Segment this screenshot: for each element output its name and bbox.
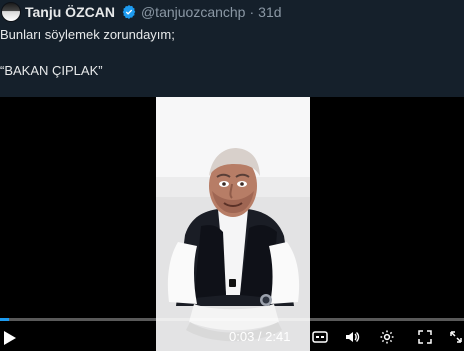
fullscreen-icon[interactable] [417,329,433,345]
tweet-text-line-2: “BAKAN ÇIPLAK” [0,63,103,78]
expand-icon[interactable] [448,329,464,345]
tweet-text-line-1: Bunları söylemek zorundayım; [0,27,175,42]
video-player[interactable]: 0:03 / 2:41 [0,97,464,351]
separator-dot: · [249,4,255,20]
volume-icon[interactable] [344,329,360,345]
video-controls: 0:03 / 2:41 [0,321,464,351]
play-icon[interactable] [2,329,18,347]
video-frame[interactable] [156,97,310,351]
video-time-display: 0:03 / 2:41 [229,329,291,344]
author-avatar[interactable] [1,2,21,22]
verified-badge-icon [121,4,137,20]
settings-icon[interactable] [379,329,395,345]
tweet-text: Bunları söylemek zorundayım; “BAKAN ÇIPL… [0,26,460,80]
author-name[interactable]: Tanju ÖZCAN [25,4,115,20]
tweet-header: Tanju ÖZCAN @tanjuozcanchp · 31d [0,0,464,24]
tweet-card[interactable]: Tanju ÖZCAN @tanjuozcanchp · 31d Bunları… [0,0,464,351]
video-thumbnail-person [156,97,310,351]
author-handle[interactable]: @tanjuozcanchp [141,4,246,20]
tweet-timestamp[interactable]: 31d [258,4,281,20]
captions-icon[interactable] [312,329,328,345]
